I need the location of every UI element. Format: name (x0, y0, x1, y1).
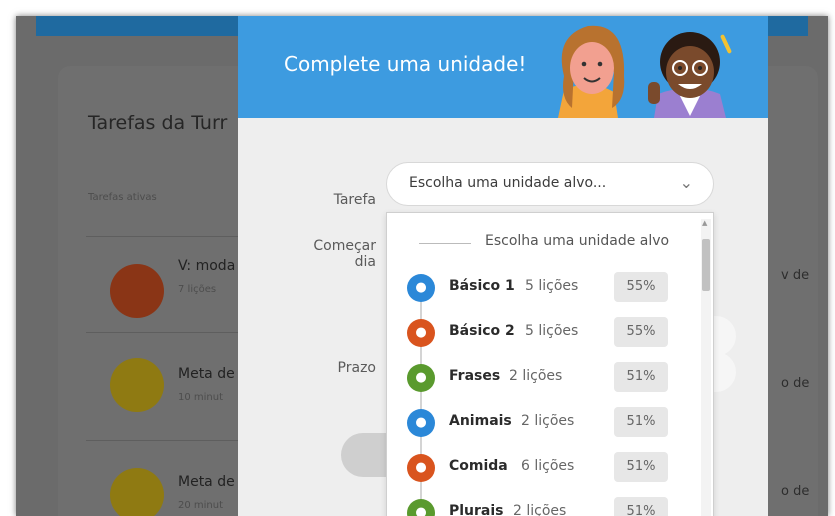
active-tasks-label: Tarefas ativas (88, 192, 157, 203)
divider (419, 243, 471, 244)
bird-icon: ● (407, 409, 435, 437)
start-day-label: Começar dia (300, 238, 376, 270)
task-row-title: Meta de (178, 366, 235, 382)
unit-option-percent: 51% (614, 362, 668, 392)
chick-icon: ● (407, 319, 435, 347)
scrollbar[interactable]: ▲ (701, 219, 711, 516)
task-row-right-text: o de (781, 484, 810, 499)
unit-option-name: Animais (449, 413, 512, 429)
goal-icon (110, 358, 164, 412)
start-label-line2: dia (354, 254, 376, 270)
chevron-down-icon: ⌄ (679, 173, 693, 192)
unit-option-name: Básico 2 (449, 323, 515, 339)
unit-option-name: Básico 1 (449, 278, 515, 294)
unit-select[interactable]: Escolha uma unidade alvo... ⌄ (386, 162, 714, 206)
unit-option[interactable]: ● Comida 6 lições 51% (387, 449, 697, 487)
unit-option-lessons: 5 lições (525, 278, 579, 294)
characters-illustration (558, 25, 732, 118)
task-row-subtitle: 7 lições (178, 284, 217, 295)
unit-option[interactable]: ● Animais 2 lições 51% (387, 404, 697, 442)
unit-option-percent: 51% (614, 497, 668, 516)
unit-option-lessons: 2 lições (521, 413, 575, 429)
modal-header: Complete uma unidade! (238, 16, 768, 118)
speech-bubble-icon: ● (407, 364, 435, 392)
assignment-modal: Complete uma unidade! Tarefa Escolha uma… (238, 16, 768, 516)
unit-option[interactable]: ● Básico 1 5 lições 55% (387, 269, 697, 307)
task-row-right-text: v de (781, 268, 810, 283)
page-title: Tarefas da Turr (88, 112, 228, 134)
goal-icon (110, 468, 164, 516)
unit-dropdown-menu: Escolha uma unidade alvo ▲ ● Básico 1 5 … (386, 212, 714, 516)
skier-icon (110, 264, 164, 318)
unit-option-name: Comida (449, 458, 508, 474)
unit-option-percent: 55% (614, 272, 668, 302)
unit-option-lessons: 6 lições (521, 458, 575, 474)
unit-option[interactable]: ● Plurais 2 lições 51% (387, 494, 697, 516)
burger-icon: ● (407, 454, 435, 482)
unit-option[interactable]: ● Básico 2 5 lições 55% (387, 314, 697, 352)
unit-option-lessons: 2 lições (509, 368, 563, 384)
unit-option-percent: 51% (614, 452, 668, 482)
due-label: Prazo (337, 360, 376, 376)
task-row-right-text: o de (781, 376, 810, 391)
unit-option-lessons: 2 lições (513, 503, 567, 516)
unit-option-name: Frases (449, 368, 501, 384)
task-row-subtitle: 20 minut (178, 500, 224, 511)
unit-select-value: Escolha uma unidade alvo... (409, 175, 607, 191)
eye-icon: ● (407, 499, 435, 516)
unit-option-name: Plurais (449, 503, 504, 516)
unit-option-lessons: 5 lições (525, 323, 579, 339)
start-label-line1: Começar (313, 238, 376, 254)
task-row-title: V: moda (178, 258, 236, 274)
app-window: Tarefas da Turr Tarefas ativas V: moda 7… (16, 16, 828, 516)
task-label: Tarefa (333, 192, 376, 208)
scroll-up-icon[interactable]: ▲ (702, 219, 707, 227)
task-row-subtitle: 10 minut (178, 392, 224, 403)
modal-title: Complete uma unidade! (284, 52, 527, 76)
dropdown-placeholder-option[interactable]: Escolha uma unidade alvo (485, 233, 669, 249)
unit-option-percent: 51% (614, 407, 668, 437)
scrollbar-thumb[interactable] (702, 239, 710, 291)
unit-option-percent: 55% (614, 317, 668, 347)
task-row-title: Meta de (178, 474, 235, 490)
egg-icon: ● (407, 274, 435, 302)
unit-option[interactable]: ● Frases 2 lições 51% (387, 359, 697, 397)
